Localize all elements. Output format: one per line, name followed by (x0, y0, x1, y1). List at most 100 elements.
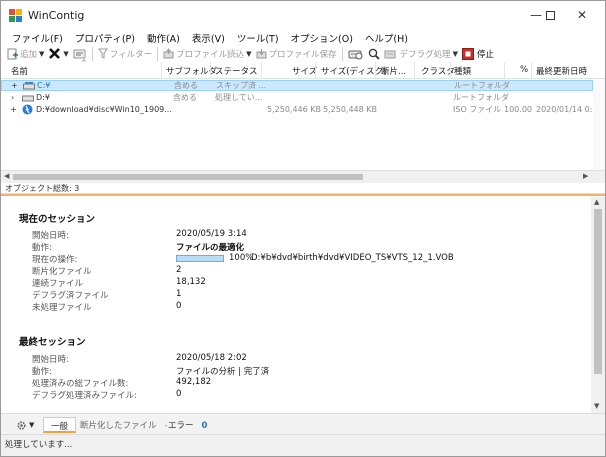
add-button[interactable]: 追加 ▼ (5, 46, 46, 61)
scroll-thumb[interactable] (594, 209, 602, 374)
defrag-icon (384, 50, 396, 58)
file-list-header: 名前 ^ サブフォルダ ステータス サイズ サイズ(ディスク) 断片... クラ… (1, 59, 605, 79)
list-edit-icon (73, 49, 86, 58)
menu-tools[interactable]: ツール(T) (231, 29, 285, 45)
tab-general[interactable]: 一般 (43, 417, 77, 433)
gear-icon (17, 420, 26, 430)
column-divider[interactable] (414, 62, 415, 78)
column-divider[interactable] (450, 62, 451, 78)
magnifier-icon (368, 48, 380, 60)
column-divider[interactable] (161, 62, 162, 78)
column-modified[interactable]: 最終更新日時 (536, 65, 587, 77)
list-vertical-scrollbar[interactable] (593, 79, 605, 170)
unprocessed-files-value: 0 (176, 301, 182, 311)
column-name[interactable]: 名前 (11, 65, 28, 77)
menu-options[interactable]: オプション(O) (285, 29, 359, 45)
contig-files-value: 18,132 (176, 277, 206, 287)
column-percent[interactable]: % (520, 65, 528, 75)
chevron-down-icon: ▼ (39, 49, 45, 58)
chevron-down-icon: ▼ (452, 49, 458, 58)
list-item[interactable]: › D:¥ 含める 処理してい... ルートフォルダ (1, 92, 593, 103)
profile-save-button[interactable]: プロファイル保存 (254, 46, 339, 61)
scroll-thumb[interactable] (13, 174, 363, 180)
close-button[interactable]: ✕ (559, 1, 605, 29)
current-session-title: 現在のセッション (19, 214, 96, 225)
add-label: 追加 (20, 49, 38, 60)
row-size: 5,250,446 KB (267, 105, 321, 114)
details-tabs: ▼ 一般 断片化したファイル - エラー 0 (1, 413, 605, 434)
processed-total-value: 492,182 (176, 377, 212, 387)
app-window: WinContig — ✕ ファイル(F) プロパティ(P) 動作(A) 表示(… (0, 0, 606, 457)
scroll-left-icon[interactable]: ◀ (4, 172, 9, 180)
settings-dropdown[interactable]: ▼ (9, 417, 41, 433)
disc-image-icon (22, 104, 33, 115)
tab-fragmented[interactable]: 断片化したファイル - (73, 417, 175, 433)
column-divider[interactable] (261, 62, 262, 78)
stop-button[interactable]: 停止 (460, 46, 496, 61)
last-defrag-label: デフラグ処理済みファイル: (32, 391, 137, 401)
remove-button[interactable]: ▼ (46, 46, 70, 61)
expand-icon[interactable]: + (10, 104, 17, 115)
contig-files-label: 連続ファイル (32, 279, 84, 289)
toolbar-separator (91, 46, 93, 61)
defrag-button[interactable]: デフラグ処理 ▼ (382, 46, 460, 61)
list-item[interactable]: + C:¥ 含める スキップ済 ... ルートフォルダ (1, 80, 593, 91)
chevron-down-icon: ▼ (63, 49, 69, 58)
current-start-value: 2020/05/19 3:14 (176, 229, 247, 239)
profile-load-button[interactable]: プロファイル読込 ▼ (161, 46, 253, 61)
row-type: ルートフォルダ (454, 81, 510, 90)
sort-indicator-icon: ^ (81, 59, 87, 67)
delete-icon (49, 48, 61, 59)
profile-save-label: プロファイル保存 (268, 49, 337, 60)
add-file-icon (7, 48, 18, 59)
status-text: 処理しています... (5, 440, 73, 450)
menu-properties[interactable]: プロパティ(P) (69, 29, 141, 45)
column-divider[interactable] (531, 62, 532, 78)
drive-analyze-icon (348, 50, 363, 59)
menu-bar: ファイル(F) プロパティ(P) 動作(A) 表示(V) ツール(T) オプショ… (1, 29, 605, 45)
splitter[interactable] (1, 194, 605, 196)
expand-chevron-icon[interactable]: › (11, 92, 14, 103)
menu-file[interactable]: ファイル(F) (6, 29, 69, 45)
profile-load-label: プロファイル読込 (176, 49, 245, 60)
row-status: 処理してい... (215, 93, 263, 102)
row-subfolder: 含める (174, 81, 198, 90)
progress-fill (177, 256, 223, 261)
column-divider[interactable] (375, 62, 376, 78)
row-status: スキップ済 ... (216, 81, 267, 90)
last-defrag-value: 0 (176, 389, 182, 399)
drive-icon (23, 82, 35, 90)
object-count: オブジェクト総数: 3 (1, 183, 605, 194)
current-start-label: 開始日時: (32, 231, 69, 241)
menu-view[interactable]: 表示(V) (186, 29, 231, 45)
tab-errors[interactable]: エラー 0 (161, 417, 214, 433)
stop-label: 停止 (476, 49, 494, 60)
expand-icon[interactable]: + (11, 80, 18, 91)
list-item[interactable]: + D:¥download¥disc¥Win10_1909... 5,250,4… (1, 104, 603, 115)
profile-save-icon (256, 49, 267, 59)
scroll-down-icon[interactable]: ▼ (594, 402, 599, 410)
column-type[interactable]: 種類 (454, 65, 471, 77)
column-divider[interactable] (315, 62, 316, 78)
app-logo-icon (9, 9, 22, 22)
column-fragments[interactable]: 断片... (381, 65, 406, 77)
column-size[interactable]: サイズ (292, 65, 317, 77)
tab-errors-count: 0 (201, 421, 208, 431)
details-vertical-scrollbar[interactable]: ▲ ▼ (591, 197, 605, 413)
menu-help[interactable]: ヘルプ(H) (359, 29, 414, 45)
list-horizontal-scrollbar[interactable]: ◀ ▶ (1, 170, 605, 183)
menu-action[interactable]: 動作(A) (141, 29, 186, 45)
progress-text: 100% (229, 253, 254, 263)
column-disk-size[interactable]: サイズ(ディスク) (321, 65, 386, 77)
column-divider[interactable] (210, 62, 211, 78)
column-divider[interactable] (504, 62, 505, 78)
column-status[interactable]: ステータス (215, 65, 258, 77)
search-button[interactable] (366, 46, 382, 61)
scroll-up-icon[interactable]: ▲ (594, 198, 599, 206)
toolbar-separator (157, 46, 159, 61)
filter-button[interactable]: フィルター (96, 46, 154, 61)
scroll-right-icon[interactable]: ▶ (583, 172, 588, 180)
row-disk-size: 5,250,448 KB (323, 105, 377, 114)
drive-icon (22, 95, 34, 102)
analyze-button[interactable] (346, 46, 366, 61)
